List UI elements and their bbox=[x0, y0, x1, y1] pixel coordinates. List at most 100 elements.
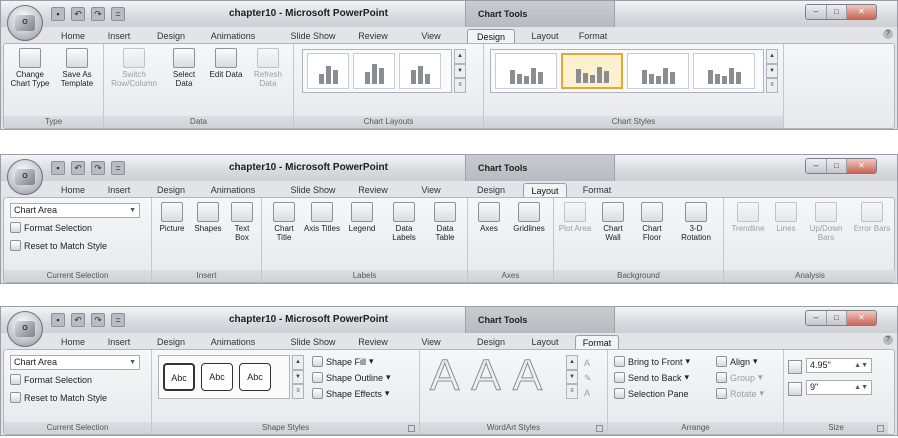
tab-chart-design[interactable]: Design bbox=[467, 335, 515, 350]
tab-view[interactable]: View bbox=[411, 335, 451, 350]
reset-to-match-style-button[interactable]: Reset to Match Style bbox=[10, 240, 107, 251]
tab-animations[interactable]: Animations bbox=[199, 335, 267, 350]
office-button[interactable]: O bbox=[7, 311, 43, 347]
minimize-button[interactable]: – bbox=[806, 311, 826, 325]
rotate-button[interactable]: Rotate ▾ bbox=[716, 388, 764, 399]
save-icon[interactable]: ▪ bbox=[51, 161, 65, 175]
3d-rotation-button[interactable]: 3-D Rotation bbox=[674, 202, 718, 242]
tab-home[interactable]: Home bbox=[53, 335, 93, 350]
dialog-launcher-icon[interactable] bbox=[596, 425, 603, 432]
minimize-button[interactable]: – bbox=[806, 159, 826, 173]
error-bars-button[interactable]: Error Bars bbox=[852, 202, 892, 233]
shape-styles-scroll[interactable]: ▲ ▼ ≡ bbox=[292, 355, 304, 400]
tab-chart-design[interactable]: Design bbox=[467, 183, 515, 198]
chart-floor-button[interactable]: Chart Floor bbox=[634, 202, 670, 242]
tab-insert[interactable]: Insert bbox=[99, 335, 139, 350]
tab-slide-show[interactable]: Slide Show bbox=[283, 335, 343, 350]
format-selection-button[interactable]: Format Selection bbox=[10, 374, 92, 385]
minimize-button[interactable]: – bbox=[806, 5, 826, 19]
tab-design[interactable]: Design bbox=[149, 335, 193, 350]
shape-style-3[interactable]: Abc bbox=[239, 363, 271, 391]
tab-chart-design[interactable]: Design bbox=[467, 29, 515, 44]
wordart-gallery[interactable]: A A A bbox=[429, 351, 542, 400]
tab-slide-show[interactable]: Slide Show bbox=[283, 29, 343, 44]
scroll-up-icon[interactable]: ▲ bbox=[566, 355, 578, 370]
undo-icon[interactable]: ↶ bbox=[71, 161, 85, 175]
office-button[interactable]: O bbox=[7, 159, 43, 195]
data-labels-button[interactable]: Data Labels bbox=[384, 202, 424, 242]
save-as-template-button[interactable]: Save As Template bbox=[54, 48, 100, 88]
refresh-data-button[interactable]: Refresh Data bbox=[248, 48, 288, 88]
gallery-more-icon[interactable]: ≡ bbox=[454, 78, 466, 94]
bring-to-front-button[interactable]: Bring to Front ▾ bbox=[614, 356, 690, 367]
chart-title-button[interactable]: Chart Title bbox=[266, 202, 302, 242]
gridlines-button[interactable]: Gridlines bbox=[508, 202, 550, 233]
gallery-more-icon[interactable]: ≡ bbox=[566, 384, 578, 400]
gallery-more-icon[interactable]: ≡ bbox=[292, 384, 304, 400]
tab-home[interactable]: Home bbox=[53, 183, 93, 198]
chart-style-4[interactable] bbox=[693, 53, 755, 89]
shape-fill-button[interactable]: Shape Fill ▾ bbox=[312, 356, 374, 367]
spinner-icon[interactable]: ▲▼ bbox=[854, 359, 868, 372]
dialog-launcher-icon[interactable] bbox=[877, 425, 884, 432]
tab-design[interactable]: Design bbox=[149, 29, 193, 44]
shape-height-input[interactable]: 4.95" ▲▼ bbox=[806, 358, 872, 373]
tab-view[interactable]: View bbox=[411, 183, 451, 198]
edit-data-button[interactable]: Edit Data bbox=[208, 48, 244, 79]
tab-chart-layout[interactable]: Layout bbox=[523, 29, 567, 44]
picture-button[interactable]: Picture bbox=[156, 202, 188, 233]
tab-view[interactable]: View bbox=[411, 29, 451, 44]
axis-titles-button[interactable]: Axis Titles bbox=[304, 202, 340, 233]
tab-review[interactable]: Review bbox=[351, 335, 395, 350]
send-to-back-button[interactable]: Send to Back ▾ bbox=[614, 372, 689, 383]
chart-style-3[interactable] bbox=[627, 53, 689, 89]
select-data-button[interactable]: Select Data bbox=[164, 48, 204, 88]
data-table-button[interactable]: Data Table bbox=[426, 202, 464, 242]
redo-icon[interactable]: ↷ bbox=[91, 313, 105, 327]
axes-button[interactable]: Axes bbox=[472, 202, 506, 233]
scroll-down-icon[interactable]: ▼ bbox=[292, 369, 304, 385]
shape-style-1[interactable]: Abc bbox=[163, 363, 195, 391]
office-button[interactable]: O bbox=[7, 5, 43, 41]
shape-effects-button[interactable]: Shape Effects ▾ bbox=[312, 388, 389, 399]
tab-animations[interactable]: Animations bbox=[199, 29, 267, 44]
customize-qat-icon[interactable]: = bbox=[111, 161, 125, 175]
text-box-button[interactable]: Text Box bbox=[228, 202, 256, 242]
scroll-down-icon[interactable]: ▼ bbox=[566, 369, 578, 385]
chart-style-2[interactable] bbox=[561, 53, 623, 89]
chart-style-1[interactable] bbox=[495, 53, 557, 89]
tab-animations[interactable]: Animations bbox=[199, 183, 267, 198]
wordart-style-2[interactable]: A bbox=[471, 351, 501, 400]
customize-qat-icon[interactable]: = bbox=[111, 313, 125, 327]
redo-icon[interactable]: ↷ bbox=[91, 161, 105, 175]
reset-to-match-style-button[interactable]: Reset to Match Style bbox=[10, 392, 107, 403]
chart-styles-scroll[interactable]: ▲ ▼ ≡ bbox=[766, 49, 778, 94]
change-chart-type-button[interactable]: Change Chart Type bbox=[8, 48, 52, 88]
wordart-style-1[interactable]: A bbox=[429, 351, 459, 400]
maximize-button[interactable]: □ bbox=[826, 311, 846, 325]
shape-styles-gallery[interactable]: Abc Abc Abc bbox=[158, 355, 290, 399]
scroll-up-icon[interactable]: ▲ bbox=[292, 355, 304, 370]
tab-home[interactable]: Home bbox=[53, 29, 93, 44]
scroll-down-icon[interactable]: ▼ bbox=[766, 63, 778, 79]
help-icon[interactable]: ? bbox=[883, 335, 893, 345]
shape-style-2[interactable]: Abc bbox=[201, 363, 233, 391]
dialog-launcher-icon[interactable] bbox=[408, 425, 415, 432]
tab-design[interactable]: Design bbox=[149, 183, 193, 198]
selection-pane-button[interactable]: Selection Pane bbox=[614, 388, 689, 399]
lines-button[interactable]: Lines bbox=[770, 202, 802, 233]
up-down-bars-button[interactable]: Up/Down Bars bbox=[804, 202, 848, 242]
undo-icon[interactable]: ↶ bbox=[71, 7, 85, 21]
chart-elements-dropdown[interactable]: Chart Area ▼ bbox=[10, 355, 140, 370]
tab-insert[interactable]: Insert bbox=[99, 183, 139, 198]
format-selection-button[interactable]: Format Selection bbox=[10, 222, 92, 233]
tab-insert[interactable]: Insert bbox=[99, 29, 139, 44]
scroll-up-icon[interactable]: ▲ bbox=[766, 49, 778, 64]
plot-area-button[interactable]: Plot Area bbox=[558, 202, 592, 233]
gallery-more-icon[interactable]: ≡ bbox=[766, 78, 778, 94]
maximize-button[interactable]: □ bbox=[826, 159, 846, 173]
chart-layout-3[interactable] bbox=[399, 53, 441, 89]
legend-button[interactable]: Legend bbox=[342, 202, 382, 233]
trendline-button[interactable]: Trendline bbox=[728, 202, 768, 233]
shapes-button[interactable]: Shapes bbox=[192, 202, 224, 233]
